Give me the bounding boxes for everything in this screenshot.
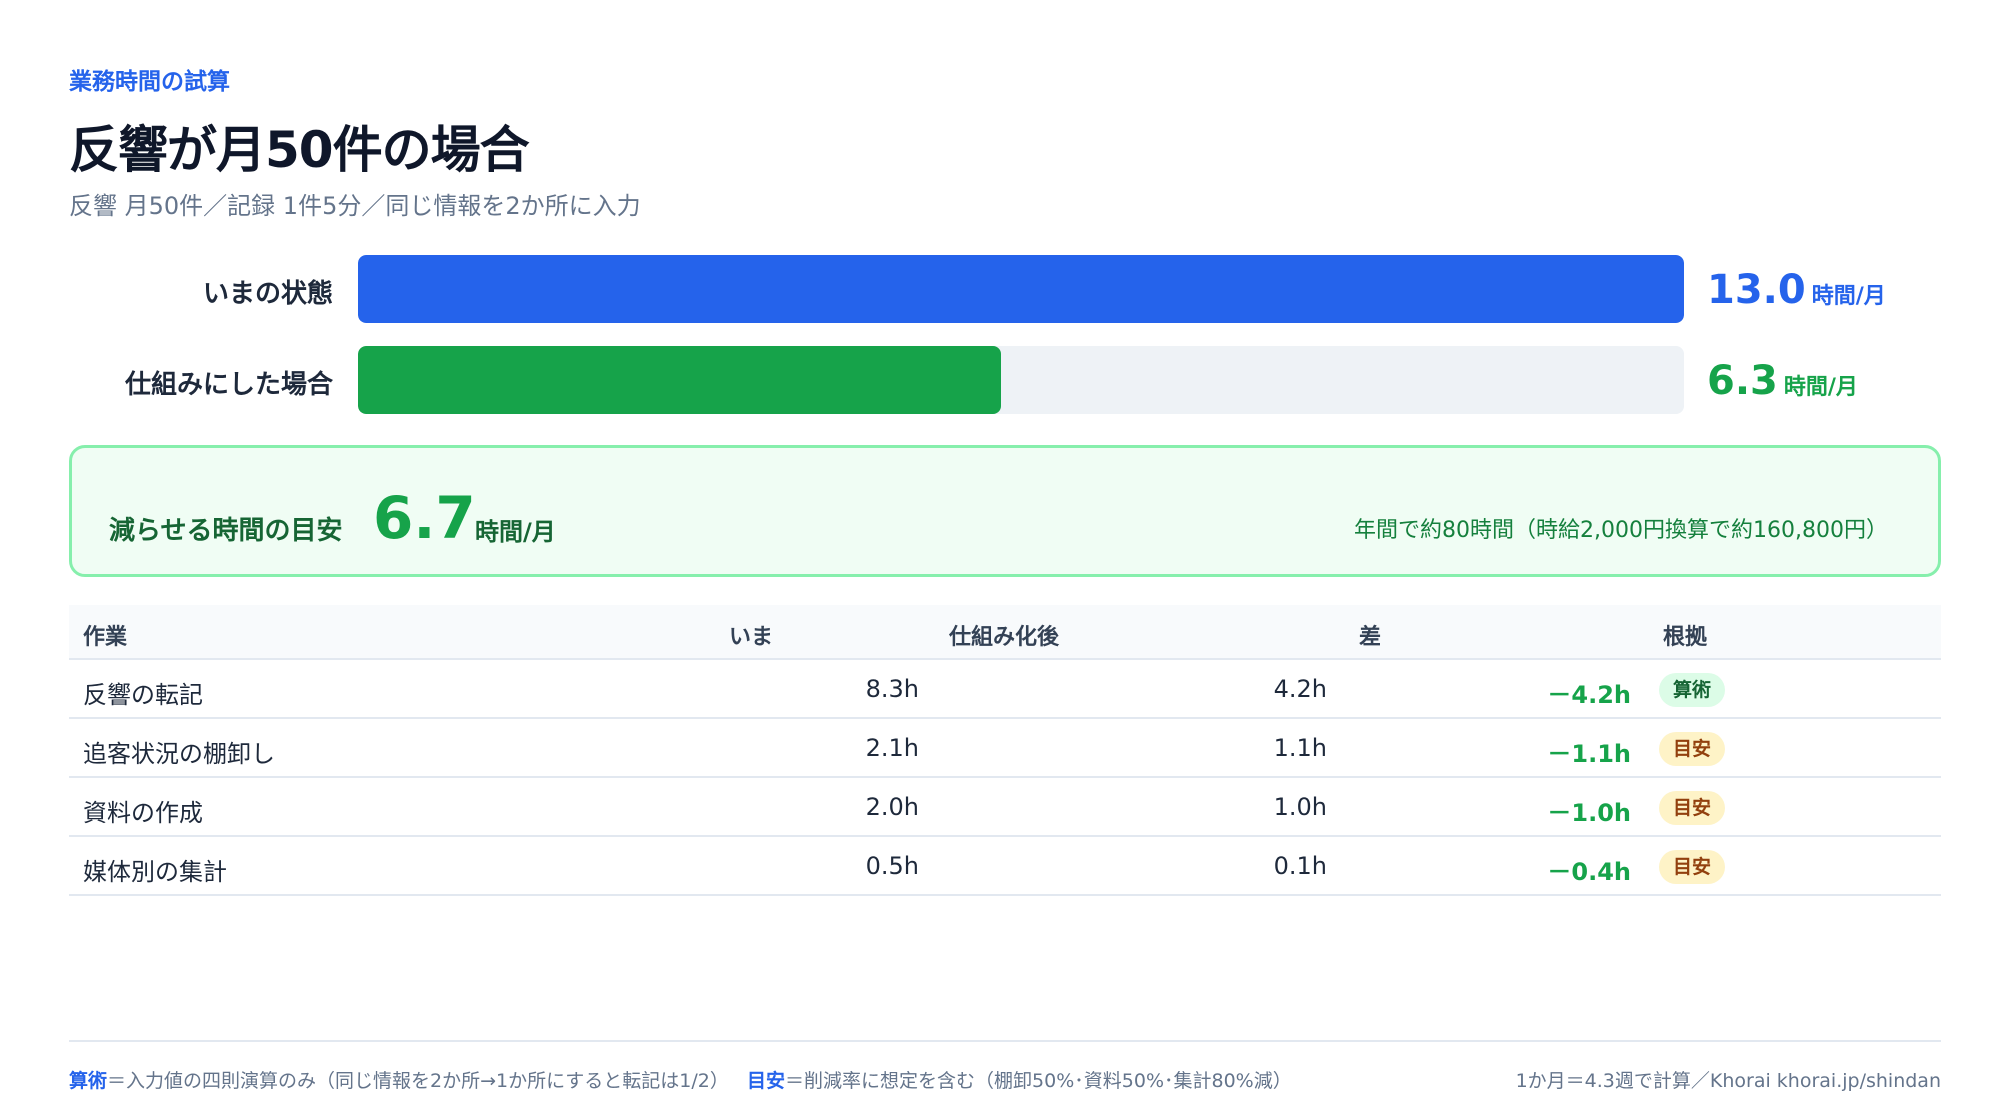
basis-badge: 算術	[1659, 673, 1726, 707]
cell-diff: －1.0h	[1547, 799, 1631, 827]
cell-task: 媒体別の集計	[83, 858, 227, 886]
bar-track-automated	[358, 346, 1684, 414]
cell-after: 4.2h	[1273, 675, 1327, 703]
footer-credit: 1か月＝4.3週で計算／Khorai khorai.jp/shindan	[1515, 1070, 1941, 1092]
legend-est-desc: ＝削減率に想定を含む（棚卸50%･資料50%･集計80%減）	[785, 1070, 1292, 1092]
cell-after: 1.1h	[1273, 734, 1327, 762]
table-row: 資料の作成 2.0h 1.0h －1.0h 目安	[69, 778, 1941, 837]
legend-calc-desc: ＝入力値の四則演算のみ（同じ情報を2か所→1か所にすると転記は1/2）	[107, 1070, 729, 1092]
bar-value-current: 13.0 時間/月	[1707, 267, 1886, 313]
savings-annual-note: 年間で約80時間（時給2,000円換算で約160,800円）	[1354, 518, 1888, 543]
table-row: 媒体別の集計 0.5h 0.1h －0.4h 目安	[69, 837, 1941, 896]
bar-label-automated: 仕組みにした場合	[124, 370, 333, 400]
savings-value: 6.7	[373, 484, 476, 552]
savings-summary-card: 減らせる時間の目安 6.7 時間/月 年間で約80時間（時給2,000円換算で約…	[69, 445, 1941, 577]
bar-value-number: 13.0	[1707, 267, 1806, 313]
cell-after: 1.0h	[1273, 793, 1327, 821]
header-now: いま	[729, 625, 774, 650]
savings-label: 減らせる時間の目安	[109, 516, 343, 546]
section-eyebrow: 業務時間の試算	[69, 69, 230, 95]
task-breakdown-table: 作業 いま 仕組み化後 差 根拠 反響の転記 8.3h 4.2h －4.2h 算術追客状…	[69, 605, 1941, 896]
header-task: 作業	[83, 625, 128, 650]
header-diff: 差	[1359, 625, 1382, 650]
basis-badge: 目安	[1659, 732, 1726, 766]
table-header: 作業 いま 仕組み化後 差 根拠	[69, 605, 1941, 660]
bar-label-current: いまの状態	[202, 279, 333, 309]
cell-task: 反響の転記	[83, 681, 203, 709]
cell-diff: －1.1h	[1547, 740, 1631, 768]
page-title: 反響が月50件の場合	[69, 121, 530, 179]
header-after: 仕組み化後	[949, 625, 1060, 650]
cell-after: 0.1h	[1273, 852, 1327, 880]
cell-now: 2.0h	[865, 793, 919, 821]
bar-row-current: いまの状態 13.0 時間/月	[0, 255, 2000, 325]
bar-value-unit: 時間/月	[1811, 284, 1886, 309]
cell-now: 0.5h	[865, 852, 919, 880]
cell-now: 2.1h	[865, 734, 919, 762]
bar-value-automated: 6.3 時間/月	[1707, 358, 1858, 404]
bar-value-number: 6.3	[1707, 358, 1778, 404]
cell-diff: －0.4h	[1547, 858, 1631, 886]
cell-diff: －4.2h	[1547, 681, 1631, 709]
basis-badge: 目安	[1659, 791, 1726, 825]
page-subtitle: 反響 月50件／記録 1件5分／同じ情報を2か所に入力	[69, 192, 641, 220]
cell-now: 8.3h	[865, 675, 919, 703]
savings-unit: 時間/月	[475, 518, 556, 546]
bar-fill-automated	[358, 346, 1001, 414]
legend-calc-key: 算術	[69, 1070, 108, 1092]
footer-legend: 算術＝入力値の四則演算のみ（同じ情報を2か所→1か所にすると転記は1/2） 目安…	[69, 1066, 1292, 1093]
bar-value-unit: 時間/月	[1783, 375, 1858, 400]
bar-fill-current	[358, 255, 1684, 323]
bar-track-current	[358, 255, 1684, 323]
table-row: 反響の転記 8.3h 4.2h －4.2h 算術	[69, 660, 1941, 719]
basis-badge: 目安	[1659, 850, 1726, 884]
cell-task: 資料の作成	[83, 799, 203, 827]
bar-row-automated: 仕組みにした場合 6.3 時間/月	[0, 346, 2000, 416]
cell-task: 追客状況の棚卸し	[83, 740, 275, 768]
table-body: 反響の転記 8.3h 4.2h －4.2h 算術追客状況の棚卸し 2.1h 1.1h －1.1…	[69, 660, 1941, 896]
table-row: 追客状況の棚卸し 2.1h 1.1h －1.1h 目安	[69, 719, 1941, 778]
header-basis: 根拠	[1663, 625, 1708, 650]
footer-divider	[69, 1040, 1941, 1042]
legend-est-key: 目安	[747, 1070, 786, 1092]
